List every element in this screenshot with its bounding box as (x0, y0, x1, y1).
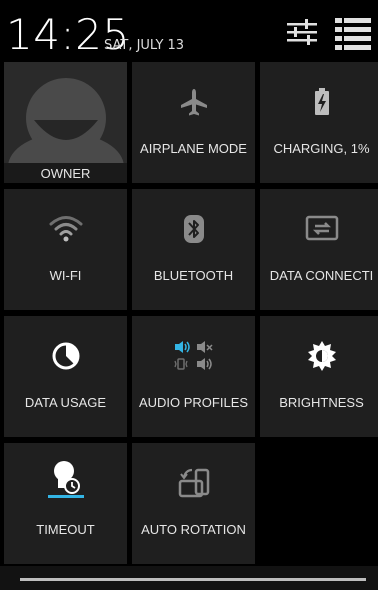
tile-bluetooth-label: BLUETOOTH (153, 268, 234, 283)
tile-charging[interactable]: CHARGING, 1% (260, 62, 378, 183)
data-usage-icon (4, 336, 127, 376)
wifi-icon (4, 209, 127, 249)
tile-owner-label: OWNER (40, 166, 91, 181)
tile-airplane-mode[interactable]: AIRPLANE MODE (132, 62, 255, 183)
tile-timeout[interactable]: TIMEOUT (4, 443, 127, 564)
tile-brightness-label: BRIGHTNESS (279, 395, 364, 410)
settings-sliders-icon[interactable] (285, 18, 319, 51)
tile-audio-profiles[interactable]: AUDIO PROFILES (132, 316, 255, 437)
data-connection-icon (260, 209, 378, 249)
tile-charging-label: CHARGING, 1% (273, 141, 370, 156)
bluetooth-icon (132, 209, 255, 249)
airplane-icon (132, 82, 255, 122)
audio-profiles-icon (132, 336, 255, 376)
quick-settings-header: 14:25 SAT, JULY 13 (0, 0, 378, 62)
tile-brightness[interactable]: BRIGHTNESS (260, 316, 378, 437)
tile-wifi-label: WI-FI (49, 268, 82, 283)
auto-rotation-icon (132, 463, 255, 503)
tile-wifi[interactable]: WI-FI (4, 189, 127, 310)
tile-data-usage[interactable]: DATA USAGE (4, 316, 127, 437)
tile-bluetooth[interactable]: BLUETOOTH (132, 189, 255, 310)
timeout-icon (4, 461, 127, 501)
tile-audio-profiles-label: AUDIO PROFILES (138, 395, 249, 410)
tile-data-usage-label: DATA USAGE (24, 395, 107, 410)
clock-date: SAT, JULY 13 (104, 38, 185, 53)
tile-owner[interactable]: OWNER (4, 62, 127, 183)
tile-airplane-mode-label: AIRPLANE MODE (140, 141, 247, 156)
brightness-icon (260, 336, 378, 376)
battery-charging-icon (260, 82, 378, 122)
drag-handle[interactable] (20, 578, 366, 581)
quick-settings-grid: OWNER AIRPLANE MODE CHARGING, 1% WI-FI B… (0, 62, 378, 570)
tile-auto-rotation-label: AUTO ROTATION (141, 522, 246, 537)
tile-timeout-label: TIMEOUT (36, 522, 95, 537)
notifications-list-icon[interactable] (335, 18, 371, 55)
tile-data-connection-label: DATA CONNECTI (269, 268, 374, 283)
tile-auto-rotation[interactable]: AUTO ROTATION (132, 443, 255, 564)
tile-data-connection[interactable]: DATA CONNECTI (260, 189, 378, 310)
